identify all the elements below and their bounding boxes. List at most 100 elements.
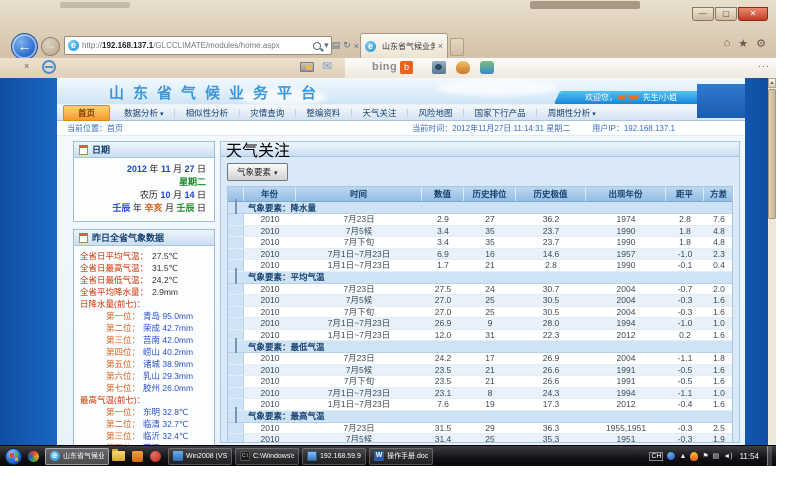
table-row[interactable]: 20101月1日~7月23日12.03122.320120.21.6 (228, 330, 732, 342)
table-row[interactable]: 20101月1日~7月23日7.61917.32012-0.41.6 (228, 399, 732, 411)
table-group-row[interactable]: 气象要素：降水量 (228, 202, 732, 214)
nav-item-5[interactable]: 天气关注 (352, 107, 406, 119)
tray-expand-icon[interactable]: ▲ (679, 453, 686, 460)
rank-value[interactable]: 胶州 26.0mm (143, 383, 193, 393)
start-button[interactable] (5, 448, 22, 465)
blocked-icon[interactable] (42, 60, 56, 74)
taskbar-clock[interactable]: 11:54 (740, 452, 759, 461)
chevron-down-icon[interactable]: ▾ (324, 40, 329, 51)
table-cell: 7月23日 (296, 423, 422, 434)
taskbar-window-0[interactable]: e山东省气候业务... (45, 448, 109, 465)
settings-gear-icon[interactable]: ⚙ (756, 37, 766, 50)
vertical-scrollbar[interactable]: ▲ (768, 78, 776, 445)
rank-value[interactable]: 崂山 40.2mm (143, 347, 193, 357)
table-row[interactable]: 20107月5候27.02530.52004-0.31.6 (228, 295, 732, 307)
table-group-row[interactable]: 气象要素：平均气温 (228, 272, 732, 284)
flame-tray-icon[interactable] (690, 452, 698, 461)
rank-value[interactable]: 诸城 38.9mm (143, 359, 193, 369)
minimize-button[interactable]: — (692, 7, 714, 21)
tab-close-icon[interactable]: × (438, 41, 443, 51)
table-row[interactable]: 20107月23日27.52430.72004-0.72.0 (228, 284, 732, 296)
bing-logo[interactable]: bing (372, 61, 397, 73)
pinned-app-orange-icon[interactable] (132, 451, 143, 462)
nav-item-1[interactable]: 数据分析▾ (114, 107, 174, 119)
back-button[interactable]: ← (11, 33, 38, 60)
rank-value[interactable]: 临清 32.7℃ (143, 419, 188, 429)
camera-addon-icon[interactable] (432, 61, 446, 74)
mail-envelope-icon[interactable]: ✉ (322, 59, 332, 73)
explorer-folder-icon[interactable] (112, 451, 125, 461)
table-row[interactable]: 20107月5候23.52126.61991-0.51.6 (228, 365, 732, 377)
table-row[interactable]: 20107月1日~7月23日23.1824.31994-1.11.0 (228, 388, 732, 400)
nav-item-0[interactable]: 首页 (63, 105, 110, 121)
table-row[interactable]: 20107月下旬23.52126.61991-0.51.6 (228, 376, 732, 388)
element-filter-button[interactable]: 气象要素▾ (227, 163, 288, 181)
table-row[interactable]: 20101月1日~7月23日1.7212.81990-0.10.4 (228, 260, 732, 272)
rank-value[interactable]: 乳山 29.3mm (143, 371, 193, 381)
rdp-taskbar-icon (307, 451, 317, 461)
weather-rank-line: 第三位：临沂 32.4℃ (80, 430, 212, 442)
table-row[interactable]: 20107月1日~7月23日6.91614.61957-1.02.3 (228, 249, 732, 261)
weather-data-panel: 昨日全省气象数据 全省日平均气温：27.5℃全省日最高气温：31.5℃全省日最低… (73, 229, 215, 445)
action-center-flag-icon[interactable]: ⚑ (702, 452, 708, 460)
search-icon[interactable] (313, 42, 321, 50)
refresh-icon[interactable]: ↻ (343, 40, 351, 51)
language-indicator[interactable]: CH (649, 452, 663, 461)
taskbar-window-4[interactable]: W操作手册.docx ... (369, 448, 433, 465)
paw-addon-icon[interactable] (456, 61, 470, 74)
table-cell: 27.5 (422, 284, 464, 295)
table-row[interactable]: 20107月下旬27.02530.52004-0.31.6 (228, 307, 732, 319)
nav-item-7[interactable]: 国家下行产品 (465, 107, 536, 119)
table-row[interactable]: 20107月23日31.52936.31955,1951-0.32.5 (228, 423, 732, 435)
taskbar-window-1[interactable]: Win2008 (VS2... (168, 448, 232, 465)
pinned-app-red-icon[interactable] (150, 451, 161, 462)
close-button[interactable]: ✕ (738, 7, 768, 21)
people-addon-icon[interactable] (480, 61, 494, 74)
forward-button[interactable]: → (41, 37, 60, 56)
table-row[interactable]: 20107月下旬3.43523.719901.84.8 (228, 237, 732, 249)
cmd-taskbar-icon: C:\ (240, 451, 250, 461)
bing-search-icon[interactable]: b (400, 61, 413, 74)
rank-value[interactable]: 青岛 95.0mm (143, 311, 193, 321)
overflow-menu[interactable]: ··· (758, 61, 770, 71)
quick-launch-icon[interactable] (28, 451, 39, 462)
maximize-button[interactable]: ▢ (715, 7, 737, 21)
camera-icon[interactable] (300, 62, 314, 72)
favorites-star-icon[interactable]: ★ (738, 37, 748, 50)
table-row[interactable]: 20107月1日~7月23日26.9928.01994-1.01.0 (228, 318, 732, 330)
new-tab-button[interactable] (450, 38, 464, 56)
messenger-tray-icon[interactable] (667, 452, 675, 460)
home-icon[interactable]: ⌂ (724, 37, 731, 50)
table-row[interactable]: 20107月5候31.42535.31951-0.31.9 (228, 434, 732, 443)
toolbar-close-icon[interactable]: × (24, 61, 29, 71)
nav-item-6[interactable]: 风险地图 (409, 107, 463, 119)
scrollbar-thumb[interactable] (768, 89, 776, 219)
table-cell: 27.0 (422, 307, 464, 318)
table-row[interactable]: 20107月23日2.92736.219742.87.6 (228, 214, 732, 226)
nav-item-2[interactable]: 相似性分析 (176, 107, 239, 119)
rank-value[interactable]: 莒南 42.0mm (143, 335, 193, 345)
nav-item-3[interactable]: 灾情查询 (240, 107, 294, 119)
nav-item-4[interactable]: 整编资料 (296, 107, 350, 119)
browser-tab[interactable]: e 山东省气候业务平... × (360, 33, 448, 58)
network-icon[interactable]: ▤ (713, 452, 720, 460)
table-row[interactable]: 20107月23日24.21726.92004-1.11.8 (228, 353, 732, 365)
speaker-icon[interactable]: ◄) (723, 453, 732, 460)
rank-value[interactable]: 东明 32.8℃ (143, 407, 188, 417)
table-row[interactable]: 20107月5候3.43523.719901.84.8 (228, 226, 732, 238)
rank-value[interactable]: 荣成 42.7mm (143, 323, 193, 333)
table-group-row[interactable]: 气象要素：最高气温 (228, 411, 732, 423)
calendar-text: 辛亥 (144, 203, 162, 213)
nav-item-8[interactable]: 周期性分析▾ (538, 107, 606, 119)
rank-value[interactable]: 临沂 32.4℃ (143, 431, 188, 441)
taskbar-window-3[interactable]: 192.168.59.99... (302, 448, 366, 465)
taskbar-window-label: 山东省气候业务... (63, 451, 104, 461)
show-desktop-button[interactable] (767, 446, 772, 467)
table-group-row[interactable]: 气象要素：最低气温 (228, 341, 732, 353)
taskbar-window-2[interactable]: C:\C:\Windows\s... (235, 448, 299, 465)
scrollbar-up-icon[interactable]: ▲ (768, 78, 776, 88)
compatibility-icon[interactable]: ▤ (332, 40, 341, 51)
stop-icon[interactable]: × (354, 41, 359, 51)
calendar-icon (79, 145, 88, 155)
address-bar[interactable]: e http://192.168.137.1/GLCCLIMATE/module… (64, 36, 332, 55)
